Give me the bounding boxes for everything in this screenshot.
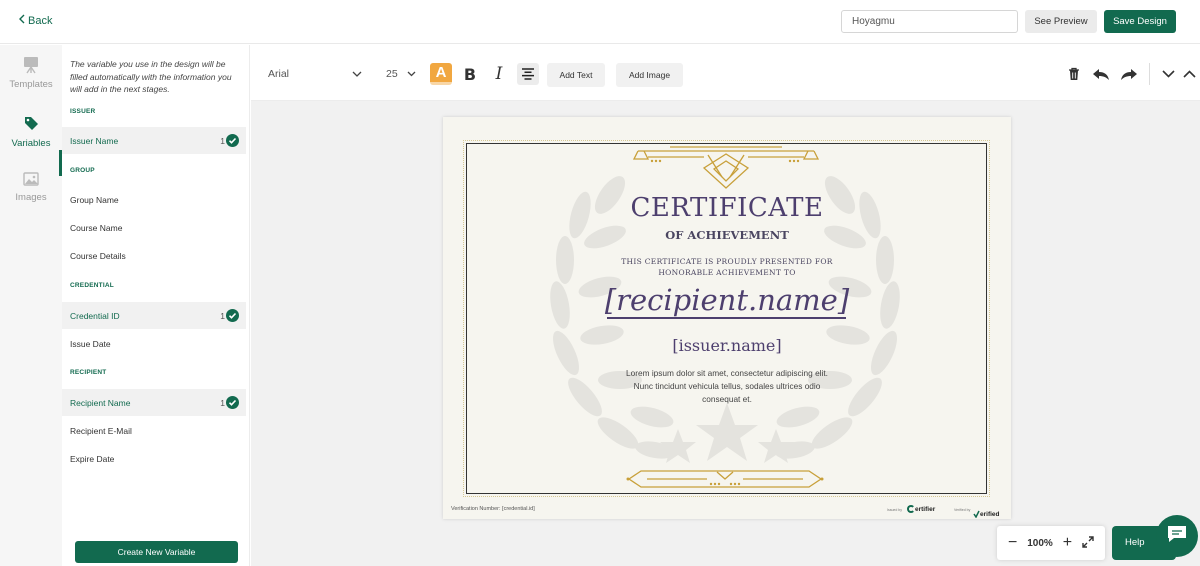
variable-label: Recipient Name — [70, 397, 131, 408]
variable-issue-date[interactable]: Issue Date — [62, 330, 246, 357]
font-family-select[interactable]: Arial — [268, 68, 362, 80]
variable-label: Credential ID — [70, 310, 120, 321]
chevron-down-icon — [407, 68, 416, 80]
chat-launcher[interactable] — [1156, 515, 1198, 557]
rail-label-images: Images — [15, 192, 47, 203]
variable-label: Group Name — [70, 194, 119, 205]
check-icon — [226, 396, 239, 409]
verified-logo: erified — [973, 505, 1000, 523]
recipient-name-placeholder[interactable]: [recipient.name] — [443, 283, 1011, 317]
rail-label-variables: Variables — [11, 138, 51, 149]
variable-label: Course Details — [70, 250, 126, 261]
variable-credential-id[interactable]: Credential ID 1 — [62, 302, 246, 329]
chevron-up-icon[interactable] — [1183, 63, 1200, 85]
body-line-3[interactable]: consequat et. — [443, 394, 1011, 404]
usage-count: 1 — [220, 310, 225, 321]
check-icon — [226, 309, 239, 322]
save-design-button[interactable]: Save Design — [1104, 10, 1176, 33]
font-size-select[interactable]: 25 — [386, 68, 416, 80]
top-bar: Back See Preview Save Design — [0, 0, 1200, 44]
chevron-down-icon — [352, 68, 362, 80]
variable-expire-date[interactable]: Expire Date — [62, 445, 246, 472]
add-image-button[interactable]: Add Image — [616, 63, 683, 87]
font-size-value: 25 — [386, 68, 398, 80]
check-icon — [226, 134, 239, 147]
rail-item-images[interactable]: Images — [0, 170, 62, 203]
chevron-left-icon — [18, 14, 26, 27]
variable-issuer-name[interactable]: Issuer Name 1 — [62, 127, 246, 154]
editor-toolbar: Arial 25 A B I Add Text Add Image — [251, 45, 1200, 101]
presented-line-1[interactable]: THIS CERTIFICATE IS PROUDLY PRESENTED FO… — [443, 257, 1011, 266]
rail-item-templates[interactable]: Templates — [0, 56, 62, 90]
verification-number[interactable]: Verification Number: [credential.id] — [451, 506, 535, 512]
variable-group-name[interactable]: Group Name — [62, 186, 246, 213]
add-text-button[interactable]: Add Text — [547, 63, 605, 87]
create-variable-button[interactable]: Create New Variable — [75, 541, 238, 563]
font-family-value: Arial — [268, 68, 290, 80]
issuer-name-placeholder[interactable]: [issuer.name] — [443, 336, 1011, 355]
chat-bubble-icon — [1166, 524, 1188, 549]
fullscreen-icon[interactable] — [1082, 535, 1094, 551]
variables-panel: The variable you use in the design will … — [62, 45, 250, 566]
body-line-1[interactable]: Lorem ipsum dolor sit amet, consectetur … — [443, 368, 1011, 378]
italic-icon[interactable]: I — [488, 63, 510, 85]
variable-recipient-email[interactable]: Recipient E-Mail — [62, 417, 246, 444]
zoom-in-icon[interactable]: + — [1063, 534, 1072, 552]
zoom-out-icon[interactable]: − — [1008, 534, 1017, 552]
tag-icon — [0, 115, 62, 133]
checkmark-icon — [973, 505, 980, 523]
variable-label: Issue Date — [70, 338, 111, 349]
variable-course-name[interactable]: Course Name — [62, 214, 246, 241]
toolbar-divider — [1149, 63, 1150, 85]
variable-label: Issuer Name — [70, 135, 119, 146]
verified-by-label: Verified by — [954, 508, 971, 512]
section-title-recipient: RECIPIENT — [70, 369, 107, 376]
align-center-icon[interactable] — [517, 63, 539, 85]
trash-icon[interactable] — [1063, 63, 1085, 85]
issued-by-label: Issued by — [887, 508, 902, 512]
section-title-credential: CREDENTIAL — [70, 282, 114, 289]
section-title-issuer: ISSUER — [70, 108, 96, 115]
left-rail: Templates Variables Images — [0, 45, 62, 566]
certifier-brand: ertifier — [915, 505, 936, 513]
variable-label: Recipient E-Mail — [70, 425, 132, 436]
easel-icon — [0, 56, 62, 74]
panel-hint: The variable you use in the design will … — [70, 59, 232, 94]
verified-brand: erified — [980, 510, 1000, 518]
body-line-2[interactable]: Nunc tincidunt vehicula tellus, sodales … — [443, 381, 1011, 391]
design-name-input[interactable] — [841, 10, 1018, 33]
back-button[interactable]: Back — [18, 14, 52, 27]
usage-count: 1 — [220, 135, 225, 146]
variable-label: Course Name — [70, 222, 123, 233]
top-ornament-icon — [632, 146, 820, 189]
text-color-button[interactable]: A — [430, 63, 452, 85]
variable-course-details[interactable]: Course Details — [62, 242, 246, 269]
zoom-level: 100% — [1027, 537, 1053, 549]
bold-icon[interactable]: B — [459, 63, 481, 85]
certifier-logo: ertifier — [907, 505, 935, 513]
recipient-underline — [607, 317, 846, 319]
certificate-title[interactable]: CERTIFICATE — [443, 193, 1011, 223]
help-label: Help — [1125, 537, 1145, 548]
rail-label-templates: Templates — [9, 79, 53, 90]
undo-icon[interactable] — [1090, 63, 1112, 85]
usage-count: 1 — [220, 397, 225, 408]
rail-item-variables[interactable]: Variables — [0, 115, 62, 149]
redo-icon[interactable] — [1118, 63, 1140, 85]
bottom-ornament-icon — [626, 470, 824, 488]
logo-mark-icon — [907, 505, 915, 513]
variable-label: Expire Date — [70, 453, 115, 464]
variable-recipient-name[interactable]: Recipient Name 1 — [62, 389, 246, 416]
back-label: Back — [28, 14, 53, 27]
image-icon — [0, 170, 62, 187]
section-title-group: GROUP — [70, 167, 95, 174]
zoom-control: − 100% + — [997, 526, 1105, 560]
see-preview-button[interactable]: See Preview — [1025, 10, 1097, 33]
presented-line-2[interactable]: HONORABLE ACHIEVEMENT TO — [443, 268, 1011, 277]
chevron-down-icon[interactable] — [1157, 63, 1179, 85]
certificate-subtitle[interactable]: OF ACHIEVEMENT — [443, 228, 1011, 242]
